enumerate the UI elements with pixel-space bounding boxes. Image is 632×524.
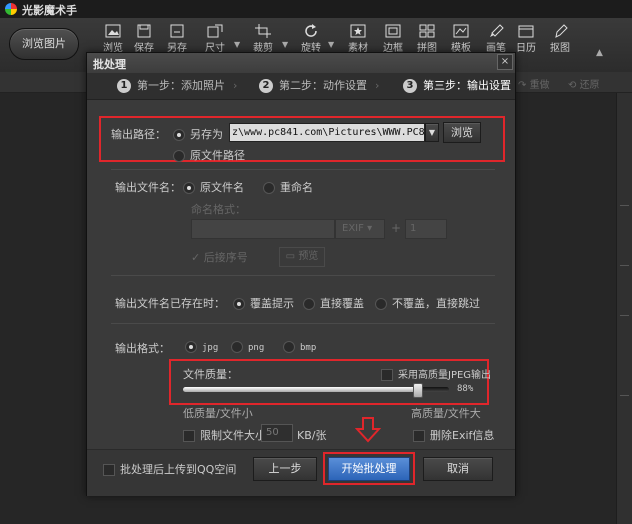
format-jpg-radio[interactable]: jpg: [185, 340, 218, 353]
save-icon: [137, 24, 151, 38]
browse-images-button[interactable]: 浏览图片: [9, 28, 79, 60]
radio-icon: [283, 341, 295, 353]
down-arrow-annotation-icon: [354, 417, 382, 443]
file-exists-label: 输出文件名已存在时：: [115, 297, 225, 310]
calendar-icon: [518, 25, 534, 38]
crop-icon: [255, 24, 271, 38]
radio-icon: [303, 298, 315, 310]
step-arrow-icon: ›: [375, 79, 380, 92]
check-icon: ✓: [191, 251, 204, 264]
radio-icon: [173, 150, 185, 162]
panel-divider: [620, 395, 629, 396]
radio-icon: [233, 298, 245, 310]
divider: [111, 275, 495, 276]
direct-overwrite-radio[interactable]: 直接覆盖: [303, 295, 364, 311]
preview-icon: ▭: [285, 251, 299, 262]
checkbox-icon: [381, 369, 393, 381]
low-quality-label: 低质量/文件小: [183, 407, 253, 420]
dialog-title: 批处理: [93, 58, 126, 71]
prompt-overwrite-radio[interactable]: 覆盖提示: [233, 295, 294, 311]
batch-process-dialog: 批处理 × 1 第一步：添加照片 › 2 第二步：动作设置 › 3 第三步：输出设置 输出…: [86, 52, 516, 496]
original-filename-radio[interactable]: 原文件名: [183, 179, 244, 195]
step-action-settings[interactable]: 2 第二步：动作设置 ›: [259, 78, 379, 94]
redo-button[interactable]: ↷ 重做: [518, 76, 550, 91]
pen-icon: [555, 24, 568, 38]
resize-icon: [207, 24, 223, 38]
wizard-steps: 1 第一步：添加照片 › 2 第二步：动作设置 › 3 第三步：输出设置: [87, 73, 515, 100]
format-png-radio[interactable]: png: [231, 340, 264, 353]
radio-icon: [231, 341, 243, 353]
naming-format-input[interactable]: [191, 219, 335, 239]
radio-icon: [173, 129, 185, 141]
checkbox-icon: [413, 430, 425, 442]
right-side-panel: [616, 93, 632, 524]
save-as-icon: [170, 24, 184, 38]
ext-select[interactable]: EXIF ▾: [335, 219, 385, 239]
radio-icon: [375, 298, 387, 310]
panel-divider: [620, 315, 629, 316]
file-quality-label: 文件质量：: [183, 368, 238, 381]
quality-slider-fill: [183, 387, 417, 392]
grid-icon: [419, 24, 435, 38]
radio-icon: [263, 182, 275, 194]
skip-existing-radio[interactable]: 不覆盖，直接跳过: [375, 295, 480, 311]
divider: [111, 169, 495, 170]
limit-unit-label: KB/张: [297, 429, 327, 442]
toolbar-cutout-button[interactable]: 抠图: [545, 24, 575, 68]
preview-button[interactable]: ▭ 预览: [279, 247, 325, 267]
radio-icon: [185, 341, 197, 353]
rotate-icon: [305, 24, 317, 37]
append-sequence-checkbox[interactable]: ✓ 后接序号: [191, 249, 248, 265]
browse-path-button[interactable]: 浏览: [443, 122, 481, 143]
previous-step-button[interactable]: 上一步: [253, 457, 317, 481]
output-path-label: 输出路径：: [111, 128, 166, 141]
step-output-settings[interactable]: 3 第三步：输出设置: [403, 78, 511, 94]
radio-icon: [183, 182, 195, 194]
panel-divider: [620, 265, 629, 266]
chevron-down-icon: ▾: [367, 223, 373, 234]
brush-icon: [490, 24, 504, 37]
step-arrow-icon: ›: [233, 79, 238, 92]
high-quality-jpeg-checkbox[interactable]: 采用高质量JPEG输出: [381, 366, 491, 381]
quality-percent: 88%: [457, 384, 474, 394]
quality-slider-thumb[interactable]: [413, 383, 423, 398]
more-menu-icon[interactable]: ▲: [596, 48, 603, 58]
app-title: 光影魔术手: [22, 4, 77, 17]
output-path-input[interactable]: z\www.pc841.com\Pictures\WWW.PC841.COM: [229, 123, 425, 142]
rotate-dropdown-icon[interactable]: ▼: [328, 40, 334, 49]
crop-dropdown-icon[interactable]: ▼: [282, 40, 288, 49]
close-icon[interactable]: ×: [497, 54, 513, 70]
cancel-button[interactable]: 取消: [423, 457, 493, 481]
plus-sign: +: [391, 221, 402, 235]
original-path-radio[interactable]: 原文件路径: [173, 147, 245, 163]
resize-dropdown-icon[interactable]: ▼: [234, 40, 240, 49]
counter-input[interactable]: 1: [405, 219, 447, 239]
app-title-bar: 光影魔术手: [0, 0, 632, 18]
divider: [111, 323, 495, 324]
app-logo-icon: [5, 3, 17, 15]
step-add-photos[interactable]: 1 第一步：添加照片 ›: [117, 78, 237, 94]
star-icon: [350, 24, 366, 38]
limit-size-checkbox[interactable]: 限制文件大小: [183, 427, 266, 443]
restore-button[interactable]: ⟲ 还原: [568, 76, 600, 91]
output-filename-label: 输出文件名：: [115, 181, 181, 194]
save-as-radio[interactable]: 另存为: [173, 126, 223, 142]
start-batch-button[interactable]: 开始批处理: [328, 457, 410, 481]
dialog-title-bar: 批处理 ×: [87, 53, 515, 74]
checkbox-icon: [103, 464, 115, 476]
template-icon: [453, 24, 469, 38]
format-bmp-radio[interactable]: bmp: [283, 340, 316, 353]
image-icon: [105, 24, 121, 38]
high-quality-label: 高质量/文件大: [411, 407, 481, 420]
limit-size-input[interactable]: 50: [261, 424, 293, 442]
panel-divider: [620, 205, 629, 206]
upload-qzone-checkbox[interactable]: 批处理后上传到QQ空间: [103, 461, 236, 477]
naming-format-label: 命名格式：: [191, 203, 246, 216]
checkbox-icon: [183, 430, 195, 442]
frame-icon: [385, 24, 401, 38]
output-format-label: 输出格式：: [115, 342, 170, 355]
rename-radio[interactable]: 重命名: [263, 179, 313, 195]
remove-exif-checkbox[interactable]: 删除Exif信息: [413, 427, 494, 443]
path-dropdown-icon[interactable]: ▼: [425, 123, 439, 142]
